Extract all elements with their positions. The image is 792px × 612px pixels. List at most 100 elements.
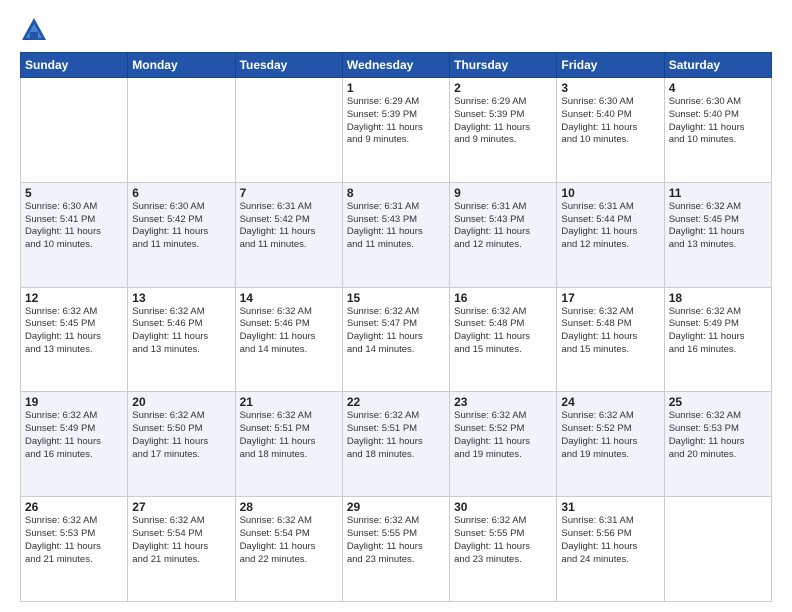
- calendar-cell: 21Sunrise: 6:32 AMSunset: 5:51 PMDayligh…: [235, 392, 342, 497]
- weekday-header-friday: Friday: [557, 53, 664, 78]
- calendar-week-3: 12Sunrise: 6:32 AMSunset: 5:45 PMDayligh…: [21, 287, 772, 392]
- calendar-cell: 16Sunrise: 6:32 AMSunset: 5:48 PMDayligh…: [450, 287, 557, 392]
- day-info: Sunrise: 6:29 AMSunset: 5:39 PMDaylight:…: [347, 96, 445, 147]
- day-info: Sunrise: 6:31 AMSunset: 5:43 PMDaylight:…: [454, 201, 552, 252]
- calendar-cell: 17Sunrise: 6:32 AMSunset: 5:48 PMDayligh…: [557, 287, 664, 392]
- day-number: 29: [347, 500, 445, 514]
- page: SundayMondayTuesdayWednesdayThursdayFrid…: [0, 0, 792, 612]
- weekday-header-sunday: Sunday: [21, 53, 128, 78]
- calendar-cell: 25Sunrise: 6:32 AMSunset: 5:53 PMDayligh…: [664, 392, 771, 497]
- day-info: Sunrise: 6:32 AMSunset: 5:51 PMDaylight:…: [347, 410, 445, 461]
- day-info: Sunrise: 6:30 AMSunset: 5:42 PMDaylight:…: [132, 201, 230, 252]
- day-number: 10: [561, 186, 659, 200]
- day-number: 31: [561, 500, 659, 514]
- day-info: Sunrise: 6:32 AMSunset: 5:53 PMDaylight:…: [25, 515, 123, 566]
- day-info: Sunrise: 6:31 AMSunset: 5:44 PMDaylight:…: [561, 201, 659, 252]
- calendar-cell: 27Sunrise: 6:32 AMSunset: 5:54 PMDayligh…: [128, 497, 235, 602]
- logo-icon: [20, 16, 48, 44]
- day-info: Sunrise: 6:30 AMSunset: 5:41 PMDaylight:…: [25, 201, 123, 252]
- calendar-cell: 26Sunrise: 6:32 AMSunset: 5:53 PMDayligh…: [21, 497, 128, 602]
- calendar-cell: 15Sunrise: 6:32 AMSunset: 5:47 PMDayligh…: [342, 287, 449, 392]
- calendar-cell: [664, 497, 771, 602]
- calendar-cell: 22Sunrise: 6:32 AMSunset: 5:51 PMDayligh…: [342, 392, 449, 497]
- calendar-cell: 10Sunrise: 6:31 AMSunset: 5:44 PMDayligh…: [557, 182, 664, 287]
- day-number: 24: [561, 395, 659, 409]
- day-info: Sunrise: 6:31 AMSunset: 5:56 PMDaylight:…: [561, 515, 659, 566]
- day-info: Sunrise: 6:32 AMSunset: 5:51 PMDaylight:…: [240, 410, 338, 461]
- weekday-header-wednesday: Wednesday: [342, 53, 449, 78]
- day-number: 13: [132, 291, 230, 305]
- calendar-week-4: 19Sunrise: 6:32 AMSunset: 5:49 PMDayligh…: [21, 392, 772, 497]
- day-number: 15: [347, 291, 445, 305]
- day-info: Sunrise: 6:32 AMSunset: 5:54 PMDaylight:…: [240, 515, 338, 566]
- calendar-cell: 13Sunrise: 6:32 AMSunset: 5:46 PMDayligh…: [128, 287, 235, 392]
- weekday-header-saturday: Saturday: [664, 53, 771, 78]
- day-info: Sunrise: 6:32 AMSunset: 5:48 PMDaylight:…: [454, 306, 552, 357]
- calendar-cell: 11Sunrise: 6:32 AMSunset: 5:45 PMDayligh…: [664, 182, 771, 287]
- day-number: 2: [454, 81, 552, 95]
- day-number: 16: [454, 291, 552, 305]
- day-info: Sunrise: 6:32 AMSunset: 5:46 PMDaylight:…: [132, 306, 230, 357]
- calendar-cell: 8Sunrise: 6:31 AMSunset: 5:43 PMDaylight…: [342, 182, 449, 287]
- weekday-row: SundayMondayTuesdayWednesdayThursdayFrid…: [21, 53, 772, 78]
- calendar-cell: 5Sunrise: 6:30 AMSunset: 5:41 PMDaylight…: [21, 182, 128, 287]
- calendar-cell: 6Sunrise: 6:30 AMSunset: 5:42 PMDaylight…: [128, 182, 235, 287]
- calendar-cell: [21, 78, 128, 183]
- calendar-cell: 23Sunrise: 6:32 AMSunset: 5:52 PMDayligh…: [450, 392, 557, 497]
- calendar-cell: 9Sunrise: 6:31 AMSunset: 5:43 PMDaylight…: [450, 182, 557, 287]
- day-info: Sunrise: 6:32 AMSunset: 5:46 PMDaylight:…: [240, 306, 338, 357]
- day-number: 23: [454, 395, 552, 409]
- day-info: Sunrise: 6:32 AMSunset: 5:48 PMDaylight:…: [561, 306, 659, 357]
- day-number: 8: [347, 186, 445, 200]
- calendar-cell: 29Sunrise: 6:32 AMSunset: 5:55 PMDayligh…: [342, 497, 449, 602]
- calendar-cell: 28Sunrise: 6:32 AMSunset: 5:54 PMDayligh…: [235, 497, 342, 602]
- calendar-cell: 12Sunrise: 6:32 AMSunset: 5:45 PMDayligh…: [21, 287, 128, 392]
- day-number: 6: [132, 186, 230, 200]
- calendar-week-5: 26Sunrise: 6:32 AMSunset: 5:53 PMDayligh…: [21, 497, 772, 602]
- calendar-body: 1Sunrise: 6:29 AMSunset: 5:39 PMDaylight…: [21, 78, 772, 602]
- calendar-cell: 31Sunrise: 6:31 AMSunset: 5:56 PMDayligh…: [557, 497, 664, 602]
- day-number: 26: [25, 500, 123, 514]
- day-number: 25: [669, 395, 767, 409]
- day-number: 22: [347, 395, 445, 409]
- calendar-cell: 7Sunrise: 6:31 AMSunset: 5:42 PMDaylight…: [235, 182, 342, 287]
- calendar-cell: 24Sunrise: 6:32 AMSunset: 5:52 PMDayligh…: [557, 392, 664, 497]
- weekday-header-thursday: Thursday: [450, 53, 557, 78]
- weekday-header-tuesday: Tuesday: [235, 53, 342, 78]
- day-number: 14: [240, 291, 338, 305]
- calendar-cell: 18Sunrise: 6:32 AMSunset: 5:49 PMDayligh…: [664, 287, 771, 392]
- day-info: Sunrise: 6:32 AMSunset: 5:55 PMDaylight:…: [347, 515, 445, 566]
- day-number: 11: [669, 186, 767, 200]
- day-info: Sunrise: 6:31 AMSunset: 5:43 PMDaylight:…: [347, 201, 445, 252]
- day-number: 1: [347, 81, 445, 95]
- day-number: 9: [454, 186, 552, 200]
- day-number: 4: [669, 81, 767, 95]
- calendar-cell: 19Sunrise: 6:32 AMSunset: 5:49 PMDayligh…: [21, 392, 128, 497]
- day-info: Sunrise: 6:32 AMSunset: 5:49 PMDaylight:…: [25, 410, 123, 461]
- day-info: Sunrise: 6:31 AMSunset: 5:42 PMDaylight:…: [240, 201, 338, 252]
- logo: [20, 16, 52, 44]
- day-info: Sunrise: 6:30 AMSunset: 5:40 PMDaylight:…: [561, 96, 659, 147]
- day-number: 21: [240, 395, 338, 409]
- day-info: Sunrise: 6:29 AMSunset: 5:39 PMDaylight:…: [454, 96, 552, 147]
- day-info: Sunrise: 6:32 AMSunset: 5:52 PMDaylight:…: [561, 410, 659, 461]
- day-number: 19: [25, 395, 123, 409]
- calendar-cell: [128, 78, 235, 183]
- day-number: 3: [561, 81, 659, 95]
- day-info: Sunrise: 6:32 AMSunset: 5:50 PMDaylight:…: [132, 410, 230, 461]
- calendar-cell: [235, 78, 342, 183]
- day-info: Sunrise: 6:32 AMSunset: 5:49 PMDaylight:…: [669, 306, 767, 357]
- calendar-cell: 2Sunrise: 6:29 AMSunset: 5:39 PMDaylight…: [450, 78, 557, 183]
- day-info: Sunrise: 6:32 AMSunset: 5:55 PMDaylight:…: [454, 515, 552, 566]
- calendar-cell: 20Sunrise: 6:32 AMSunset: 5:50 PMDayligh…: [128, 392, 235, 497]
- day-info: Sunrise: 6:32 AMSunset: 5:54 PMDaylight:…: [132, 515, 230, 566]
- calendar-week-2: 5Sunrise: 6:30 AMSunset: 5:41 PMDaylight…: [21, 182, 772, 287]
- day-info: Sunrise: 6:30 AMSunset: 5:40 PMDaylight:…: [669, 96, 767, 147]
- day-info: Sunrise: 6:32 AMSunset: 5:52 PMDaylight:…: [454, 410, 552, 461]
- day-number: 12: [25, 291, 123, 305]
- day-info: Sunrise: 6:32 AMSunset: 5:47 PMDaylight:…: [347, 306, 445, 357]
- weekday-header-monday: Monday: [128, 53, 235, 78]
- calendar-week-1: 1Sunrise: 6:29 AMSunset: 5:39 PMDaylight…: [21, 78, 772, 183]
- day-number: 20: [132, 395, 230, 409]
- day-info: Sunrise: 6:32 AMSunset: 5:45 PMDaylight:…: [669, 201, 767, 252]
